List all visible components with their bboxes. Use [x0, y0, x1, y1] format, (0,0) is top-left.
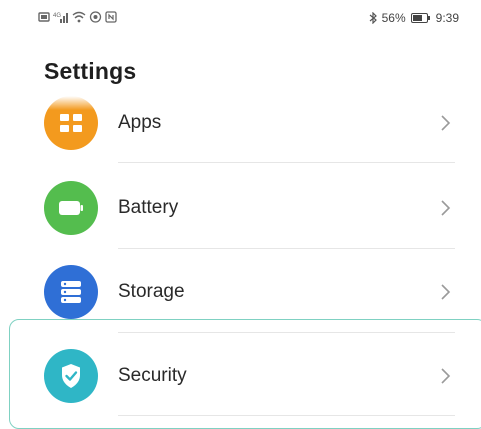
chevron-right-icon	[441, 200, 451, 216]
settings-item-label: Battery	[118, 197, 179, 218]
settings-item-apps[interactable]: Apps	[0, 82, 481, 166]
settings-item-label: Apps	[118, 112, 162, 133]
divider	[118, 162, 455, 163]
scroll-fade	[0, 96, 481, 110]
settings-item-storage[interactable]: Storage	[0, 250, 481, 334]
divider	[118, 248, 455, 249]
settings-item-label: Storage	[118, 281, 185, 302]
chevron-right-icon	[441, 368, 451, 384]
storage-icon	[44, 265, 98, 319]
settings-item-label: Security	[118, 365, 187, 386]
chevron-right-icon	[441, 284, 451, 300]
chevron-right-icon	[441, 115, 451, 131]
battery-icon	[44, 181, 98, 235]
settings-item-battery[interactable]: Battery	[0, 166, 481, 250]
shield-icon	[44, 349, 98, 403]
settings-list: Apps Battery Storage Security	[0, 0, 481, 416]
settings-item-security[interactable]: Security	[0, 334, 481, 418]
divider	[118, 332, 455, 333]
